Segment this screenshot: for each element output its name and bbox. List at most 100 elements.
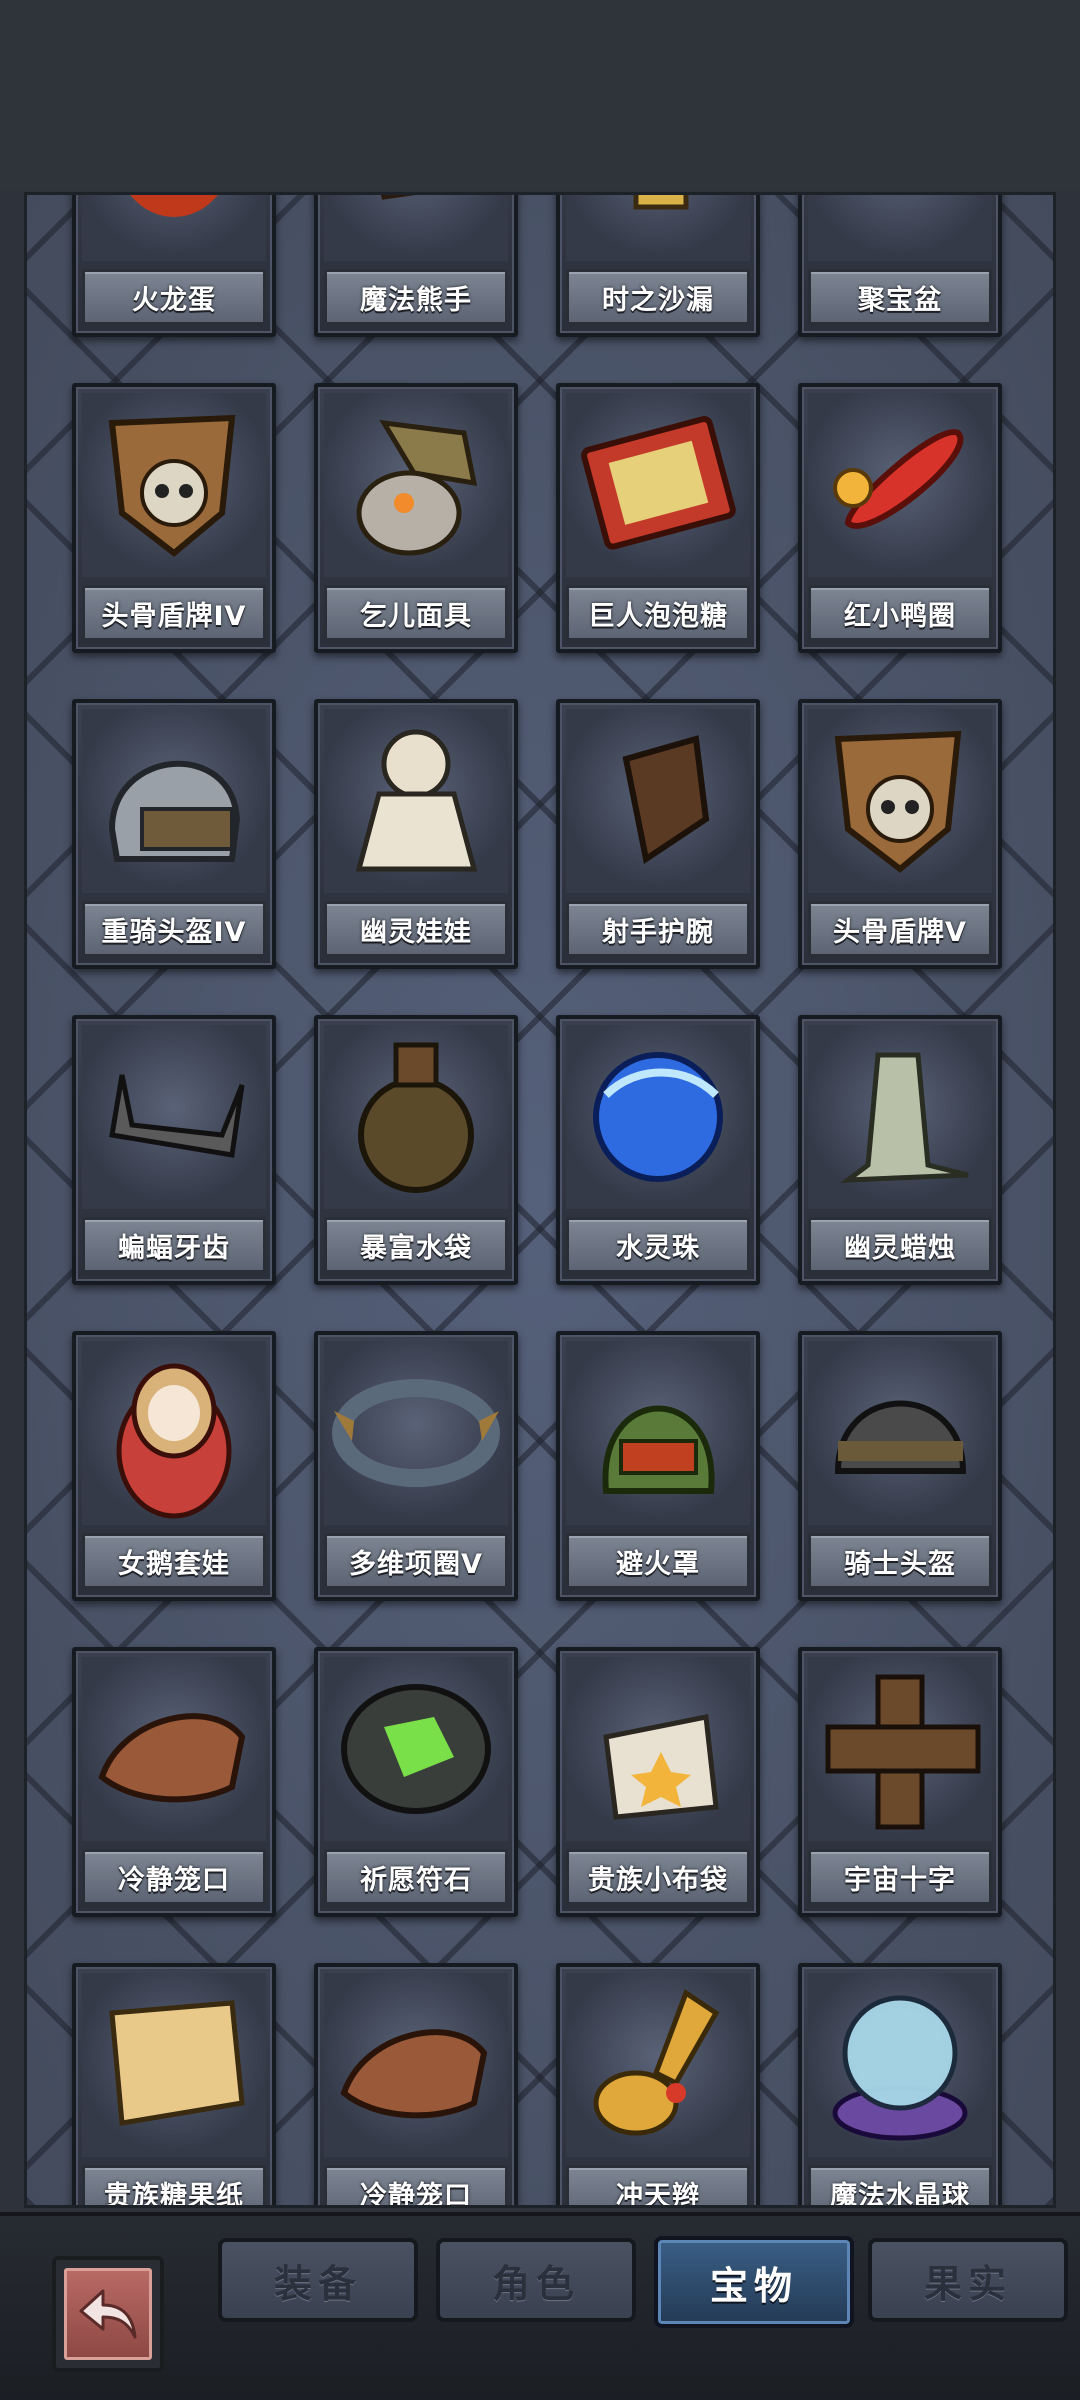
treasure-panel[interactable]: 火龙蛋 魔法熊手 时之沙漏 聚宝盆头骨盾牌IV 乞儿面具 巨人泡泡糖 红小鸭圈重骑头盔IV 幽… xyxy=(24,192,1056,2208)
item-name: 头骨盾牌V xyxy=(833,916,967,948)
item-card[interactable]: 水灵珠 xyxy=(556,1015,760,1285)
item-name-plate: 冷静笼口 xyxy=(82,1849,266,1905)
item-name-plate: 红小鸭圈 xyxy=(808,585,992,641)
inventory-screen: 火龙蛋 魔法熊手 时之沙漏 聚宝盆头骨盾牌IV 乞儿面具 巨人泡泡糖 红小鸭圈重骑头盔IV 幽… xyxy=(0,0,1080,2400)
item-card[interactable]: 乞儿面具 xyxy=(314,383,518,653)
noble-sack-icon xyxy=(566,1657,750,1841)
item-card[interactable]: 祈愿符石 xyxy=(314,1647,518,1917)
item-name-plate: 头骨盾牌V xyxy=(808,901,992,957)
item-name-plate: 巨人泡泡糖 xyxy=(566,585,750,641)
candy-paper-icon xyxy=(82,1973,266,2157)
item-card[interactable]: 女鹅套娃 xyxy=(72,1331,276,1601)
crystal-ball-icon xyxy=(808,1973,992,2157)
item-card[interactable]: 冷静笼口 xyxy=(314,1963,518,2208)
item-card[interactable]: 幽灵娃娃 xyxy=(314,699,518,969)
tab-character[interactable]: 角色 xyxy=(436,2238,636,2322)
tab-fruit[interactable]: 果实 xyxy=(868,2238,1068,2322)
item-name-plate: 聚宝盆 xyxy=(808,269,992,325)
tab-label: 装备 xyxy=(273,2261,362,2306)
item-name: 魔法熊手 xyxy=(360,284,472,316)
magic-bear-paw-icon xyxy=(324,195,508,261)
tab-label: 宝物 xyxy=(709,2263,798,2308)
item-name-plate: 多维项圈V xyxy=(324,1533,508,1589)
tab-equipment[interactable]: 装备 xyxy=(218,2238,418,2322)
skull-shield-icon xyxy=(82,393,266,577)
wish-rune-stone-icon xyxy=(324,1657,508,1841)
item-name: 魔法水晶球 xyxy=(830,2180,970,2208)
item-name-plate: 贵族糖果纸 xyxy=(82,2165,266,2208)
heavy-helmet-icon xyxy=(82,709,266,893)
water-pouch-icon xyxy=(324,1025,508,1209)
item-name: 宇宙十字 xyxy=(844,1864,956,1896)
item-name: 水灵珠 xyxy=(616,1232,700,1264)
back-button[interactable] xyxy=(52,2256,164,2372)
skull-shield-icon xyxy=(808,709,992,893)
item-name: 火龙蛋 xyxy=(132,284,216,316)
item-name: 冷静笼口 xyxy=(360,2180,472,2208)
item-name-plate: 火龙蛋 xyxy=(82,269,266,325)
item-card[interactable]: 头骨盾牌V xyxy=(798,699,1002,969)
item-name-plate: 时之沙漏 xyxy=(566,269,750,325)
item-card[interactable]: 宇宙十字 xyxy=(798,1647,1002,1917)
item-name: 蝙蝠牙齿 xyxy=(118,1232,230,1264)
item-name: 避火罩 xyxy=(616,1548,700,1580)
item-name-plate: 避火罩 xyxy=(566,1533,750,1589)
item-name-plate: 幽灵蜡烛 xyxy=(808,1217,992,1273)
item-name: 红小鸭圈 xyxy=(844,600,956,632)
item-card[interactable]: 魔法水晶球 xyxy=(798,1963,1002,2208)
item-card[interactable]: 重骑头盔IV xyxy=(72,699,276,969)
archer-bracer-icon xyxy=(566,709,750,893)
item-name: 贵族小布袋 xyxy=(588,1864,728,1896)
tab-treasure[interactable]: 宝物 xyxy=(654,2236,854,2328)
item-card[interactable]: 头骨盾牌IV xyxy=(72,383,276,653)
item-name: 重骑头盔IV xyxy=(101,916,247,948)
tab-label: 角色 xyxy=(491,2261,580,2306)
item-card[interactable]: 火龙蛋 xyxy=(72,195,276,337)
item-name-plate: 宇宙十字 xyxy=(808,1849,992,1905)
item-card[interactable]: 贵族糖果纸 xyxy=(72,1963,276,2208)
item-card[interactable]: 时之沙漏 xyxy=(556,195,760,337)
item-card[interactable]: 暴富水袋 xyxy=(314,1015,518,1285)
item-card[interactable]: 贵族小布袋 xyxy=(556,1647,760,1917)
top-bar xyxy=(0,0,1080,190)
item-card[interactable]: 多维项圈V xyxy=(314,1331,518,1601)
item-name-plate: 魔法熊手 xyxy=(324,269,508,325)
bubblegum-box-icon xyxy=(566,393,750,577)
cosmic-cross-icon xyxy=(808,1657,992,1841)
item-name: 贵族糖果纸 xyxy=(104,2180,244,2208)
bat-teeth-icon xyxy=(82,1025,266,1209)
item-card[interactable]: 魔法熊手 xyxy=(314,195,518,337)
item-card[interactable]: 射手护腕 xyxy=(556,699,760,969)
item-name: 冷静笼口 xyxy=(118,1864,230,1896)
spiked-collar-icon xyxy=(324,1341,508,1525)
ghost-candle-icon xyxy=(808,1025,992,1209)
duck-ring-icon xyxy=(808,393,992,577)
item-card[interactable]: 巨人泡泡糖 xyxy=(556,383,760,653)
item-name-plate: 射手护腕 xyxy=(566,901,750,957)
item-name-plate: 重骑头盔IV xyxy=(82,901,266,957)
item-name: 骑士头盔 xyxy=(844,1548,956,1580)
item-card[interactable]: 聚宝盆 xyxy=(798,195,1002,337)
item-card[interactable]: 蝙蝠牙齿 xyxy=(72,1015,276,1285)
item-name: 射手护腕 xyxy=(602,916,714,948)
item-name-plate: 暴富水袋 xyxy=(324,1217,508,1273)
knight-helmet-icon xyxy=(808,1341,992,1525)
item-name-plate: 贵族小布袋 xyxy=(566,1849,750,1905)
item-name: 幽灵娃娃 xyxy=(360,916,472,948)
item-name: 冲天辫 xyxy=(616,2180,700,2208)
item-card[interactable]: 冲天辫 xyxy=(556,1963,760,2208)
item-card[interactable]: 骑士头盔 xyxy=(798,1331,1002,1601)
item-card[interactable]: 红小鸭圈 xyxy=(798,383,1002,653)
item-name: 聚宝盆 xyxy=(858,284,942,316)
item-name-plate: 女鹅套娃 xyxy=(82,1533,266,1589)
treasure-bowl-icon xyxy=(808,195,992,261)
item-name: 祈愿符石 xyxy=(360,1864,472,1896)
item-card[interactable]: 幽灵蜡烛 xyxy=(798,1015,1002,1285)
item-name-plate: 祈愿符石 xyxy=(324,1849,508,1905)
item-card[interactable]: 避火罩 xyxy=(556,1331,760,1601)
item-name-plate: 魔法水晶球 xyxy=(808,2165,992,2208)
item-name: 乞儿面具 xyxy=(360,600,472,632)
item-name-plate: 骑士头盔 xyxy=(808,1533,992,1589)
item-card[interactable]: 冷静笼口 xyxy=(72,1647,276,1917)
nesting-doll-icon xyxy=(82,1341,266,1525)
